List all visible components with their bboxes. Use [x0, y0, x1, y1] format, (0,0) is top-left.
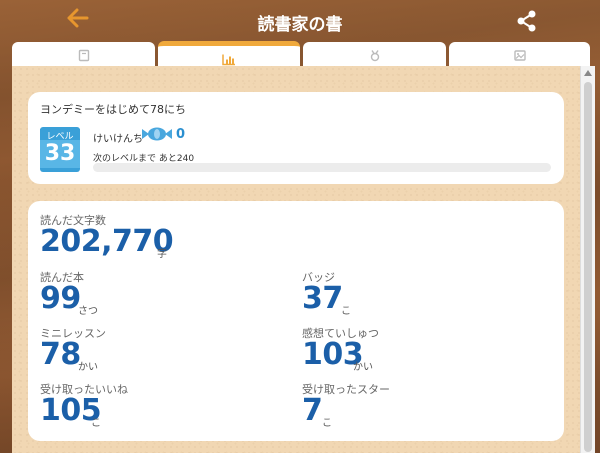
chars-read-unit: 字: [157, 249, 167, 260]
reviews-unit: かい: [353, 362, 373, 373]
badges-value: 37: [302, 281, 343, 316]
page-title: 読書家の書: [257, 15, 343, 35]
scroll-thumb[interactable]: [584, 82, 592, 452]
stars-unit: こ: [322, 418, 332, 429]
header-bar: 読書家の書: [0, 0, 600, 44]
lessons-value: 78: [40, 337, 81, 372]
lessons-unit: かい: [78, 362, 98, 373]
candy-icon: [140, 126, 174, 146]
books-read-value: 99: [40, 281, 81, 316]
picture-icon: [513, 46, 526, 65]
scroll-up-icon[interactable]: [584, 70, 592, 76]
level-badge: レベル 33: [40, 127, 80, 172]
scrollbar[interactable]: [580, 66, 595, 453]
xp-value: 0: [176, 127, 186, 142]
books-read-unit: さつ: [78, 306, 98, 317]
level-progress-bar: [93, 163, 551, 172]
xp-label: けいけんち: [93, 134, 143, 145]
badges-unit: こ: [341, 306, 351, 317]
likes-unit: こ: [91, 418, 101, 429]
share-icon[interactable]: [516, 10, 538, 32]
chars-read-value: 202,770: [40, 224, 174, 259]
stars-value: 7: [302, 393, 323, 428]
book-icon: [78, 46, 90, 65]
medal-icon: [369, 46, 381, 65]
level-number: 33: [40, 140, 80, 168]
days-since-start: ヨンデミーをはじめて78にち: [40, 103, 186, 116]
